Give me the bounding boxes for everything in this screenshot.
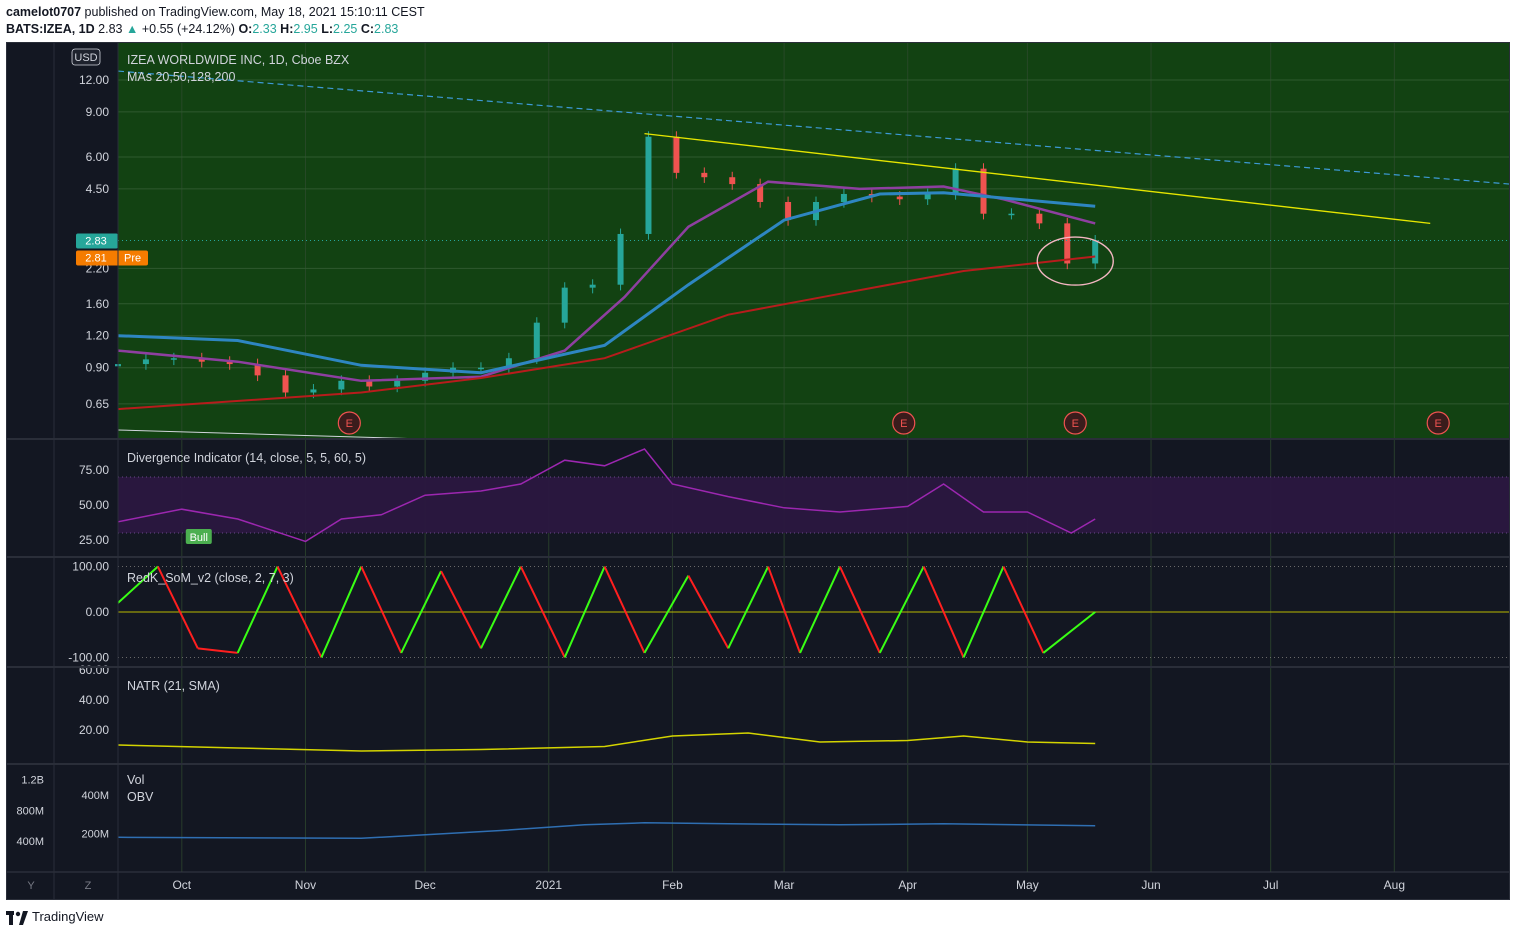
- time-tick-label: Feb: [662, 878, 683, 892]
- volume-left-tick: 800M: [16, 805, 44, 817]
- candle-body: [170, 358, 177, 360]
- low-label: L:: [321, 22, 334, 36]
- obv-title: OBV: [127, 790, 154, 804]
- time-tick-label: Apr: [898, 878, 917, 892]
- price-chart-subtitle: MAs 20,50,128,200: [127, 70, 235, 84]
- indicator-tick-label: 50.00: [79, 498, 109, 512]
- price-tick-label: 12.00: [79, 73, 109, 87]
- indicator-tick-label: 0.00: [86, 605, 110, 619]
- change-value: +0.55 (+24.12%): [141, 22, 235, 36]
- volume-title: Vol: [127, 773, 144, 787]
- chart-container[interactable]: 12.00 9.00 6.00 4.50 2.20 1.60 1.20 0.90 0.65 E E E…: [6, 42, 1510, 900]
- bull-label: Bull: [190, 532, 208, 544]
- candle-body: [896, 196, 903, 200]
- volume-left-tick: 1.2B: [21, 774, 44, 786]
- pre-market-tag: Pre: [124, 252, 141, 264]
- candle-body: [142, 359, 149, 365]
- candle-body: [589, 284, 596, 288]
- candle-body: [394, 380, 401, 387]
- indicator-tick-label: 75.00: [79, 463, 109, 477]
- price-tick-label: 0.65: [86, 397, 110, 411]
- candle-body: [1036, 213, 1043, 224]
- som-line-title: RedK_SoM_v2 (close, 2, 7, 3): [127, 571, 294, 585]
- open-value: 2.33: [252, 22, 277, 36]
- author[interactable]: camelot0707: [6, 5, 81, 19]
- indicator-tick-label: 25.00: [79, 533, 109, 547]
- time-tick-label: 2021: [535, 878, 562, 892]
- indicator-tick-label: 100.00: [72, 560, 109, 574]
- candle-body: [924, 193, 931, 200]
- candle-body: [673, 136, 680, 173]
- chart-svg[interactable]: 12.009.006.004.502.201.601.200.900.65E E E…: [6, 42, 1510, 900]
- indicator-tick-label: 40.00: [79, 693, 109, 707]
- price-tick-label: 0.90: [86, 361, 110, 375]
- price-chart-title: IZEA WORLDWIDE INC, 1D, Cboe BZX: [127, 53, 350, 67]
- earnings-marker-label: E: [1072, 418, 1079, 430]
- volume-left-tick: 400M: [16, 836, 44, 848]
- candle-body: [533, 322, 540, 359]
- candle-body: [1092, 240, 1099, 264]
- candle-body: [338, 380, 345, 390]
- price-tick-label: 1.20: [86, 329, 110, 343]
- candle-body: [980, 168, 987, 214]
- price-tick-label: 4.50: [86, 182, 110, 196]
- earnings-marker-label: E: [346, 418, 353, 430]
- time-tick-label: May: [1016, 878, 1039, 892]
- volume-right-tick: 200M: [81, 828, 109, 840]
- candle-body: [561, 287, 568, 323]
- candle-body: [282, 375, 289, 393]
- candle-body: [645, 136, 652, 234]
- candle-body: [477, 367, 484, 370]
- earnings-marker-label: E: [900, 418, 907, 430]
- currency-label: USD: [74, 52, 97, 64]
- last-price: 2.83: [98, 22, 123, 36]
- close-value: 2.83: [374, 22, 399, 36]
- band-fill: [118, 477, 1510, 533]
- open-label: O:: [238, 22, 253, 36]
- brand-footer[interactable]: TradingView: [6, 909, 104, 925]
- divergence-line-title: Divergence Indicator (14, close, 5, 5, 6…: [127, 451, 366, 465]
- time-tick-label: Mar: [774, 878, 795, 892]
- low-value: 2.25: [333, 22, 358, 36]
- time-tick-label: Jul: [1263, 878, 1278, 892]
- last-price-badge-label: 2.83: [85, 235, 106, 247]
- high-label: H:: [280, 22, 294, 36]
- indicator-tick-label: 60.00: [79, 663, 109, 677]
- volume-right-tick: 400M: [81, 790, 109, 802]
- close-label: C:: [360, 22, 375, 36]
- pane-vol-background: [118, 764, 1510, 872]
- brand-name: TradingView: [32, 909, 104, 924]
- price-tick-label: 6.00: [86, 150, 110, 164]
- tradingview-logo-icon: [6, 910, 28, 925]
- published-text: published on TradingView.com, May 18, 20…: [84, 5, 425, 19]
- time-axis-background: [6, 872, 1510, 900]
- candle-body: [701, 172, 708, 178]
- candle-body: [1008, 213, 1015, 216]
- indicator-tick-label: 20.00: [79, 723, 109, 737]
- candle-body: [840, 193, 847, 202]
- symbol-label: BATS:IZEA, 1D: [6, 22, 95, 36]
- time-tick-label: Jun: [1141, 878, 1160, 892]
- time-tick-label: Nov: [295, 878, 316, 892]
- candle-body: [310, 389, 317, 393]
- earnings-marker-label: E: [1435, 418, 1442, 430]
- publisher-line: camelot0707 published on TradingView.com…: [6, 5, 425, 19]
- candle-body: [1064, 223, 1071, 264]
- candle-body: [617, 233, 624, 285]
- symbol-line: BATS:IZEA, 1D 2.83 ▲ +0.55 (+24.12%) O:2…: [6, 22, 398, 36]
- pre-market-price-label: 2.81: [85, 252, 106, 264]
- scale-button-y: Y: [27, 880, 35, 892]
- price-tick-label: 9.00: [86, 105, 110, 119]
- natr-line-title: NATR (21, SMA): [127, 679, 220, 693]
- left-axis-area: [6, 42, 118, 872]
- time-tick-label: Dec: [414, 878, 435, 892]
- time-tick-label: Aug: [1384, 878, 1405, 892]
- candle-body: [729, 177, 736, 185]
- scale-button-z: Z: [85, 880, 92, 892]
- price-tick-label: 1.60: [86, 297, 110, 311]
- up-arrow-icon: ▲: [125, 22, 139, 36]
- high-value: 2.95: [293, 22, 318, 36]
- time-tick-label: Oct: [172, 878, 191, 892]
